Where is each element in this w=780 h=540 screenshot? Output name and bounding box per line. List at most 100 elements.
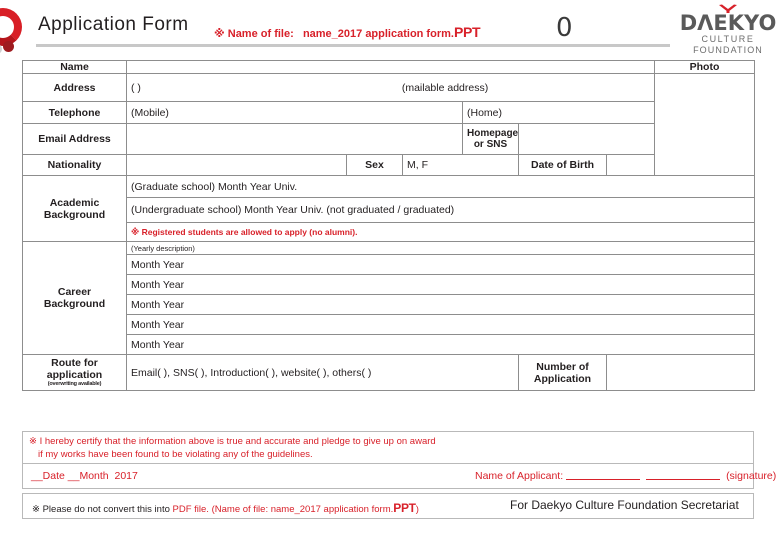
label-career-background: Career Background [22, 241, 127, 355]
footer-note-text: ※ Please do not convert this into PDF fi… [32, 501, 419, 515]
career-header-hint: (Yearly description) [126, 241, 755, 255]
table-row-career-1: Month Year [23, 254, 755, 275]
date-label: __Date __Month [31, 470, 109, 482]
table-row-career-5: Month Year [23, 334, 755, 355]
table-row-nationality: Nationality Sex M, F Date of Birth [22, 154, 755, 176]
field-career-1[interactable]: Month Year [126, 254, 755, 275]
file-note-prefix: ※ Name of file: [214, 28, 294, 40]
label-address: Address [22, 73, 127, 102]
field-undergraduate-school[interactable]: (Undergraduate school) Month Year Univ. … [126, 197, 755, 223]
academic-notice-text: ※ Registered students are allowed to app… [131, 227, 358, 237]
application-form-table: Name Photo Address ( ) (mailable address… [22, 60, 755, 391]
homepage-label-line1: Homepage [467, 128, 519, 139]
address-parens: ( ) [131, 81, 141, 94]
page-header: Application Form ※ Name of file: name_20… [0, 0, 780, 56]
field-career-3[interactable]: Month Year [126, 294, 755, 315]
date-field-group[interactable]: __Date __Month 2017 [31, 470, 138, 482]
file-name-value: name_2017 application form. [302, 28, 454, 40]
certification-statement: ※ I hereby certify that the information … [22, 431, 754, 463]
file-name-note: ※ Name of file: name_2017 application fo… [214, 24, 481, 40]
field-route-for-application[interactable]: Email( ), SNS( ), Introduction( ), websi… [126, 354, 519, 391]
label-number-of-application: Number of Application [518, 354, 607, 391]
table-row-name: Name Photo [22, 60, 755, 74]
header-divider [36, 44, 670, 47]
logo-subtitle-foundation: FOUNDATION [693, 45, 763, 55]
academic-label-line2: Background [43, 208, 106, 221]
table-row-route: Route for application (overwriting avail… [22, 354, 755, 391]
table-row-academic-undergraduate: (Undergraduate school) Month Year Univ. … [23, 197, 755, 223]
route-label-sub: (overwriting available) [47, 381, 102, 387]
field-mobile[interactable]: (Mobile) [126, 101, 463, 124]
table-row-career-header: Career Background (Yearly description) [22, 241, 755, 355]
footer-pdf-word: PDF file. [172, 504, 209, 515]
logo-wordmark: DΛEKYO [679, 11, 777, 35]
homepage-label-line2: or SNS [473, 139, 508, 150]
footer-secretariat: For Daekyo Culture Foundation Secretaria… [510, 498, 739, 512]
number-label-line2: Application [533, 372, 592, 385]
label-sex: Sex [346, 154, 403, 176]
field-career-4[interactable]: Month Year [126, 314, 755, 335]
label-photo: Photo [654, 60, 755, 74]
field-address[interactable]: ( ) (mailable address) [126, 73, 655, 102]
applicant-signature-group[interactable]: Name of Applicant: (signature) [475, 470, 776, 482]
footer-closing-paren: ) [415, 504, 419, 515]
field-career-2[interactable]: Month Year [126, 274, 755, 295]
footer-ppt: PPT [393, 501, 416, 515]
mailable-address-hint: (mailable address) [401, 81, 489, 94]
route-label-line2: application [46, 369, 103, 381]
file-extension: PPT [453, 24, 481, 40]
field-date-of-birth[interactable] [606, 154, 755, 176]
number-label-line1: Number of [536, 360, 589, 373]
label-nationality: Nationality [22, 154, 127, 176]
label-homepage-or-sns: Homepage or SNS [462, 123, 519, 155]
label-email-address: Email Address [22, 123, 127, 155]
field-home-phone[interactable]: (Home) [462, 101, 655, 124]
page-title: Application Form [38, 14, 189, 35]
label-name: Name [22, 60, 127, 74]
field-nationality[interactable] [126, 154, 347, 176]
field-homepage-or-sns[interactable] [518, 123, 655, 155]
footer-note: ※ Please do not convert this into PDF fi… [22, 493, 754, 519]
logo-crown-icon [715, 4, 741, 13]
certification-line-2: if my works have been found to be violat… [38, 449, 313, 460]
year-value: 2017 [114, 470, 138, 482]
field-sex[interactable]: M, F [402, 154, 519, 176]
table-row-career-3: Month Year [23, 294, 755, 315]
signature-line[interactable] [566, 470, 641, 480]
daekyo-ring-logo-icon [0, 8, 30, 54]
table-row-telephone: Telephone (Mobile) (Home) [22, 101, 755, 124]
sex-options: M, F [407, 159, 428, 171]
career-label-line1: Career [57, 286, 92, 298]
academic-notice: ※ Registered students are allowed to app… [126, 222, 755, 242]
field-name[interactable] [126, 60, 655, 74]
footer-prefix: ※ Please do not convert this into [32, 504, 170, 515]
table-row-email: Email Address Homepage or SNS [22, 123, 755, 155]
field-graduate-school[interactable]: (Graduate school) Month Year Univ. [126, 175, 755, 198]
academic-label-line1: Academic [49, 196, 100, 209]
applicant-name-label: Name of Applicant: [475, 470, 564, 482]
table-row-academic-notice: ※ Registered students are allowed to app… [23, 222, 755, 242]
table-row-address: Address ( ) (mailable address) [22, 73, 755, 176]
field-email-address[interactable] [126, 123, 463, 155]
label-telephone: Telephone [22, 101, 127, 124]
table-row-academic-graduate: Academic Background (Graduate school) Mo… [22, 175, 755, 242]
table-row-career-4: Month Year [23, 314, 755, 335]
signature-line-2[interactable] [646, 470, 721, 480]
route-label-line1: Route for [51, 357, 98, 369]
logo-subtitle-culture: CULTURE [701, 34, 755, 44]
field-career-5[interactable]: Month Year [126, 334, 755, 355]
label-academic-background: Academic Background [22, 175, 127, 242]
field-number-of-application[interactable] [606, 354, 755, 391]
mobile-hint: (Mobile) [131, 106, 169, 119]
footer-filename-note: (Name of file: name_2017 application for… [211, 504, 394, 515]
daekyo-foundation-logo: DΛEKYO CULTURE FOUNDATION [678, 4, 778, 55]
signature-row: __Date __Month 2017 Name of Applicant: (… [22, 463, 776, 489]
home-hint: (Home) [467, 106, 503, 119]
table-row-career-2: Month Year [23, 274, 755, 295]
career-label-line2: Background [43, 298, 106, 310]
certification-line-1: ※ I hereby certify that the information … [29, 436, 436, 447]
label-date-of-birth: Date of Birth [518, 154, 607, 176]
label-route-for-application: Route for application (overwriting avail… [22, 354, 127, 391]
zero-marker: 0 [556, 13, 573, 43]
career-header-text: (Yearly description) [131, 244, 195, 253]
